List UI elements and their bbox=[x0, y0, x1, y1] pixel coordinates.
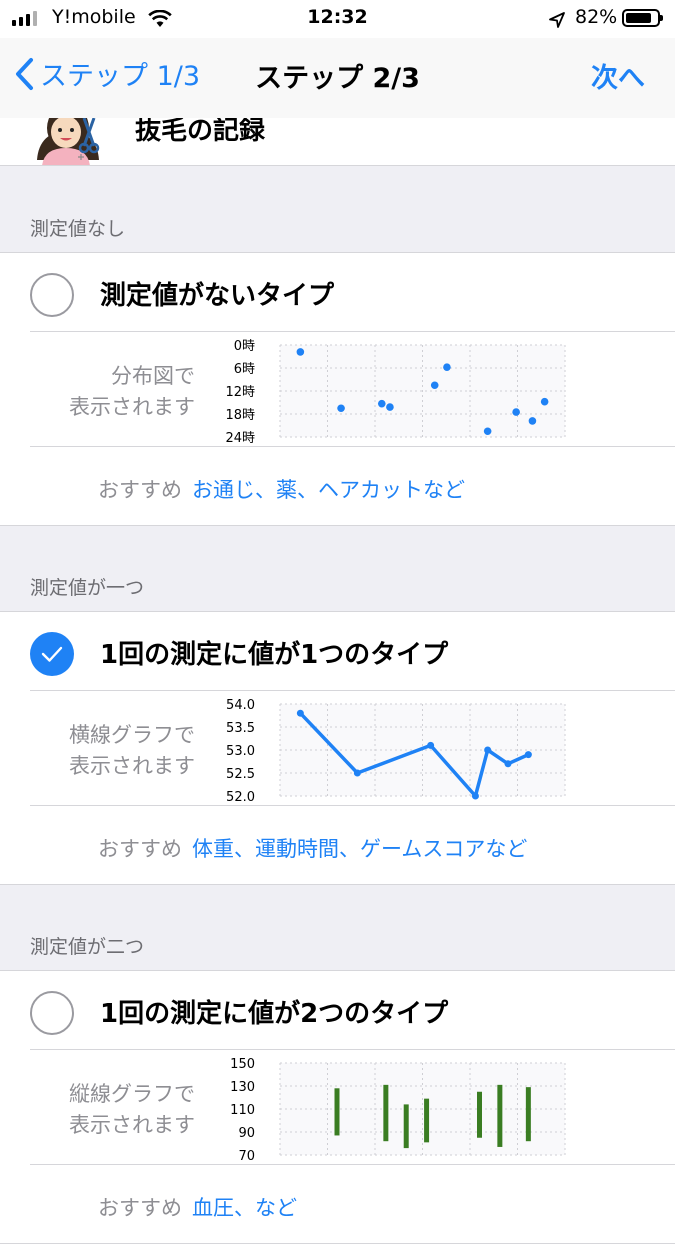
radio-button[interactable] bbox=[30, 991, 74, 1035]
option-title: 1回の測定に値が2つのタイプ bbox=[100, 999, 449, 1029]
record-header: 抜毛の記録 bbox=[0, 118, 675, 166]
y-tick-label: 90 bbox=[238, 1126, 255, 1141]
location-arrow-icon bbox=[549, 12, 565, 28]
y-tick-label: 54.0 bbox=[226, 698, 255, 713]
y-tick-label: 70 bbox=[238, 1149, 255, 1164]
graph-description: 横線グラフで 表示されます bbox=[30, 720, 195, 782]
option-title: 1回の測定に値が1つのタイプ bbox=[100, 640, 449, 670]
next-button[interactable]: 次へ bbox=[591, 56, 645, 95]
y-tick-label: 24時 bbox=[225, 431, 255, 446]
range-bar bbox=[477, 1091, 482, 1138]
option-card-two-values[interactable]: 1回の測定に値が2つのタイプ 縦線グラフで 表示されます 150 130 110 90… bbox=[0, 970, 675, 1244]
y-tick-label: 52.5 bbox=[226, 767, 255, 782]
recommendation-value: お通じ、薬、ヘアカットなど bbox=[192, 478, 465, 502]
range-bar bbox=[334, 1088, 340, 1136]
recommendation-value: 体重、運動時間、ゲームスコアなど bbox=[192, 837, 528, 861]
recommendation: おすすめ お通じ、薬、ヘアカットなど bbox=[98, 474, 465, 504]
graph-description-line: 表示されます bbox=[69, 395, 195, 419]
y-tick-label: 130 bbox=[230, 1080, 255, 1095]
y-tick-label: 110 bbox=[230, 1103, 255, 1118]
y-tick-label: 6時 bbox=[234, 362, 255, 377]
divider bbox=[30, 1049, 675, 1050]
divider bbox=[30, 446, 675, 447]
graph-description-line: 表示されます bbox=[69, 754, 195, 778]
range-bar bbox=[497, 1084, 503, 1147]
status-bar: Y!mobile 12:32 82% bbox=[0, 0, 675, 38]
scatter-point bbox=[540, 397, 549, 406]
range-bar bbox=[403, 1104, 409, 1149]
scatter-point bbox=[377, 399, 386, 408]
section-label-two-values: 測定値が二つ bbox=[30, 936, 145, 958]
clock: 12:32 bbox=[307, 6, 368, 28]
line-chart: 54.0 53.5 53.0 52.5 52.0 bbox=[226, 698, 566, 805]
recommendation: おすすめ 血圧、など bbox=[98, 1192, 297, 1222]
radio-button[interactable] bbox=[30, 273, 74, 317]
scatter-point bbox=[337, 404, 345, 413]
scatter-point bbox=[512, 408, 520, 416]
graph-description: 分布図で 表示されます bbox=[30, 361, 195, 423]
graph-description: 縦線グラフで 表示されます bbox=[30, 1079, 195, 1141]
scatter-point bbox=[443, 363, 451, 372]
line-point bbox=[484, 746, 492, 754]
range-bar bbox=[424, 1098, 430, 1143]
avatar-hair-scissors-icon bbox=[37, 118, 100, 165]
checkmark-icon bbox=[41, 646, 63, 662]
bar-range-chart: 150 130 110 90 70 bbox=[230, 1057, 566, 1164]
graph-description-line: 横線グラフで bbox=[69, 723, 195, 747]
recommendation-label: おすすめ bbox=[98, 837, 182, 861]
line-point bbox=[353, 769, 361, 777]
y-tick-label: 12時 bbox=[225, 385, 255, 400]
range-bar bbox=[383, 1084, 389, 1142]
line-point bbox=[504, 760, 512, 768]
divider bbox=[30, 331, 675, 332]
y-tick-label: 18時 bbox=[225, 408, 255, 423]
option-card-no-value[interactable]: 測定値がないタイプ 分布図で 表示されます 0時 6時 12時 18時 24時 おすすめ… bbox=[0, 252, 675, 526]
scatter-point bbox=[528, 417, 537, 425]
radio-button-checked[interactable] bbox=[30, 632, 74, 676]
y-tick-label: 53.5 bbox=[226, 721, 255, 736]
graph-description-line: 表示されます bbox=[69, 1113, 195, 1137]
recommendation-label: おすすめ bbox=[98, 478, 182, 502]
scatter-chart: 0時 6時 12時 18時 24時 bbox=[225, 339, 566, 446]
graph-description-line: 縦線グラフで bbox=[69, 1082, 195, 1106]
option-card-one-value[interactable]: 1回の測定に値が1つのタイプ 横線グラフで 表示されます 54.0 53.5 53.… bbox=[0, 611, 675, 885]
y-tick-label: 53.0 bbox=[226, 744, 255, 759]
y-tick-label: 150 bbox=[230, 1057, 255, 1072]
scatter-point bbox=[430, 381, 439, 390]
divider bbox=[30, 1164, 675, 1165]
scatter-point bbox=[483, 427, 492, 436]
section-label-one-value: 測定値が一つ bbox=[30, 577, 145, 599]
range-bar bbox=[525, 1087, 531, 1142]
line-point bbox=[471, 792, 479, 800]
scatter-point bbox=[386, 403, 394, 411]
line-point bbox=[427, 741, 435, 749]
scatter-point bbox=[296, 348, 305, 356]
y-tick-label: 0時 bbox=[234, 339, 255, 354]
section-label-no-value: 測定値なし bbox=[30, 218, 126, 240]
graph-description-line: 分布図で bbox=[111, 364, 195, 388]
divider bbox=[30, 690, 675, 691]
battery-icon bbox=[622, 9, 663, 27]
recommendation: おすすめ 体重、運動時間、ゲームスコアなど bbox=[98, 833, 527, 863]
y-tick-label: 52.0 bbox=[226, 790, 255, 805]
divider bbox=[30, 805, 675, 806]
navigation-bar: ステップ 1/3 ステップ 2/3 次へ bbox=[0, 38, 675, 118]
line-point bbox=[524, 751, 532, 759]
page-title: ステップ 2/3 bbox=[255, 63, 420, 94]
battery-percentage: 82% bbox=[575, 6, 618, 28]
option-title: 測定値がないタイプ bbox=[100, 281, 335, 311]
line-point bbox=[296, 709, 304, 717]
record-title: 抜毛の記録 bbox=[135, 118, 266, 146]
